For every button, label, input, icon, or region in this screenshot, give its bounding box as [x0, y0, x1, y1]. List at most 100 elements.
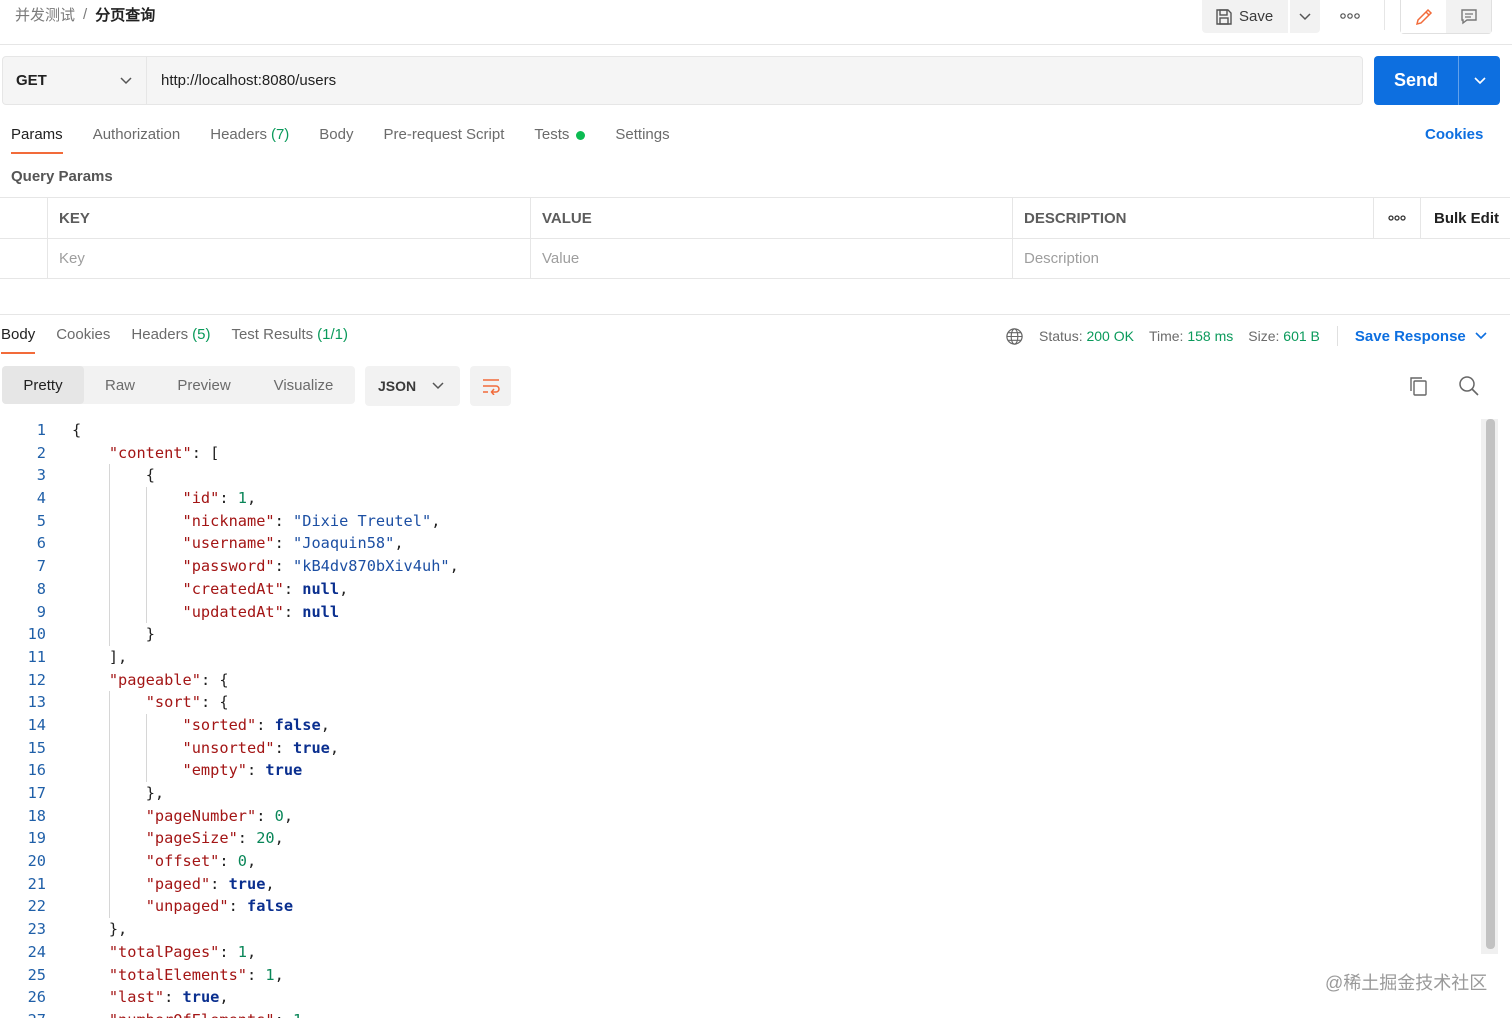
code-text: "pageSize": 20,	[47, 827, 284, 851]
code-text: "createdAt": null,	[47, 577, 348, 601]
code-token: true	[228, 874, 266, 893]
code-token: :	[256, 715, 275, 734]
code-text: {	[47, 464, 155, 488]
code-token: :	[228, 897, 247, 916]
save-response-button[interactable]: Save Response	[1355, 328, 1487, 345]
code-line: 5 "nickname": "Dixie Treutel",	[0, 509, 1480, 533]
code-token: {	[145, 466, 155, 485]
code-text: "paged": true,	[47, 872, 275, 896]
description-input[interactable]: Description	[1012, 239, 1510, 278]
send-button[interactable]: Send	[1374, 70, 1458, 91]
code-text: }	[47, 623, 155, 646]
response-body-editor[interactable]: 1{2 "content": [3 {4 "id": 1, 5 "nickname…	[0, 419, 1480, 1018]
code-token: {	[72, 421, 82, 439]
breadcrumb-current[interactable]: 分页查询	[95, 4, 155, 25]
line-number: 11	[27, 647, 46, 666]
value-input[interactable]: Value	[530, 239, 1012, 278]
time-value: 158 ms	[1187, 328, 1234, 344]
indent-guide	[145, 555, 147, 578]
tab-label: Test Results	[231, 326, 314, 343]
view-visualize-button[interactable]: Visualize	[252, 366, 355, 404]
line-number: 1	[36, 421, 46, 439]
save-button-label: Save	[1239, 8, 1274, 25]
response-tab-cookies[interactable]: Cookies	[56, 326, 110, 356]
chevron-down-icon	[1473, 76, 1486, 84]
code-scrollbar-thumb[interactable]	[1486, 419, 1495, 949]
url-input[interactable]: http://localhost:8080/users	[147, 56, 1363, 105]
tab-settings[interactable]: Settings	[615, 126, 669, 156]
indent-guide	[109, 736, 111, 760]
code-token: ,	[247, 852, 257, 871]
size-info[interactable]: Size: 601 B	[1248, 328, 1320, 344]
tab-pre-request-script[interactable]: Pre-request Script	[384, 126, 505, 156]
line-number: 14	[27, 715, 46, 734]
code-token: ,	[394, 534, 404, 553]
cookies-link[interactable]: Cookies	[1425, 126, 1483, 143]
tab-tests[interactable]: Tests	[534, 126, 586, 156]
code-line: 23 },	[0, 918, 1480, 941]
line-number: 16	[27, 761, 46, 780]
indent-guide	[109, 691, 111, 714]
status-info[interactable]: Status: 200 OK	[1039, 328, 1134, 344]
more-options-button[interactable]	[1332, 6, 1368, 26]
edit-toggle[interactable]	[1401, 0, 1446, 33]
comments-toggle[interactable]	[1446, 0, 1491, 33]
bulk-edit-button[interactable]: Bulk Edit	[1420, 198, 1510, 238]
response-tab-body[interactable]: Body	[1, 326, 36, 356]
search-icon[interactable]	[1457, 374, 1481, 398]
code-token: "totalElements"	[108, 965, 247, 984]
view-preview-button[interactable]: Preview	[156, 366, 252, 404]
indent-guide	[109, 532, 111, 556]
tab-count: (7)	[270, 126, 290, 143]
code-line: 18 "pageNumber": 0,	[0, 804, 1480, 828]
indent-guide	[109, 577, 111, 601]
format-select[interactable]: JSON	[365, 366, 460, 406]
wrap-lines-icon	[482, 379, 500, 395]
line-number: 5	[36, 511, 46, 530]
wrap-lines-button[interactable]	[470, 366, 511, 406]
code-token: "last"	[108, 988, 165, 1007]
indent-guide	[109, 895, 111, 919]
code-token: ,	[449, 557, 459, 576]
response-tab-headers[interactable]: Headers (5)	[131, 326, 210, 356]
copy-icon[interactable]	[1406, 374, 1430, 398]
method-value: GET	[16, 72, 47, 89]
code-token: :	[219, 489, 238, 508]
code-line: 13 "sort": {	[0, 691, 1480, 714]
globe-icon[interactable]	[1005, 327, 1024, 346]
tab-body[interactable]: Body	[319, 126, 353, 156]
code-line: 12 "pageable": {	[0, 669, 1480, 692]
format-value: JSON	[378, 378, 417, 394]
code-token: :	[246, 761, 266, 780]
tab-count: (1/1)	[317, 326, 348, 343]
tab-headers[interactable]: Headers (7)	[210, 126, 289, 156]
view-raw-button[interactable]: Raw	[84, 366, 156, 404]
table-more-button[interactable]	[1373, 198, 1420, 238]
response-tab-test-results[interactable]: Test Results (1/1)	[231, 326, 348, 356]
line-number: 8	[36, 579, 46, 598]
row-checkbox-cell	[0, 239, 47, 278]
method-select[interactable]: GET	[2, 56, 147, 105]
code-token: "updatedAt"	[182, 602, 284, 621]
line-number: 9	[36, 602, 46, 621]
code-token: "username"	[182, 534, 275, 553]
code-token: 20	[256, 829, 275, 848]
indent-guide	[145, 532, 147, 556]
save-options-button[interactable]	[1290, 0, 1320, 33]
key-input[interactable]: Key	[47, 239, 530, 278]
send-options-button[interactable]	[1458, 56, 1500, 105]
line-number: 18	[27, 806, 46, 825]
meta-divider	[1336, 326, 1338, 346]
indent-guide	[109, 872, 111, 896]
code-text: "password": "kB4dv870bXiv4uh",	[47, 555, 459, 578]
breadcrumb-parent[interactable]: 并发测试	[15, 4, 75, 25]
code-token: },	[145, 784, 165, 802]
time-info[interactable]: Time: 158 ms	[1149, 328, 1233, 344]
save-button[interactable]: Save	[1202, 0, 1288, 33]
view-pretty-button[interactable]: Pretty	[2, 366, 84, 404]
code-token: false	[247, 897, 294, 916]
indent-guide	[109, 804, 111, 828]
tab-authorization[interactable]: Authorization	[93, 126, 181, 156]
line-number: 20	[27, 852, 46, 871]
tab-params[interactable]: Params	[11, 126, 63, 156]
